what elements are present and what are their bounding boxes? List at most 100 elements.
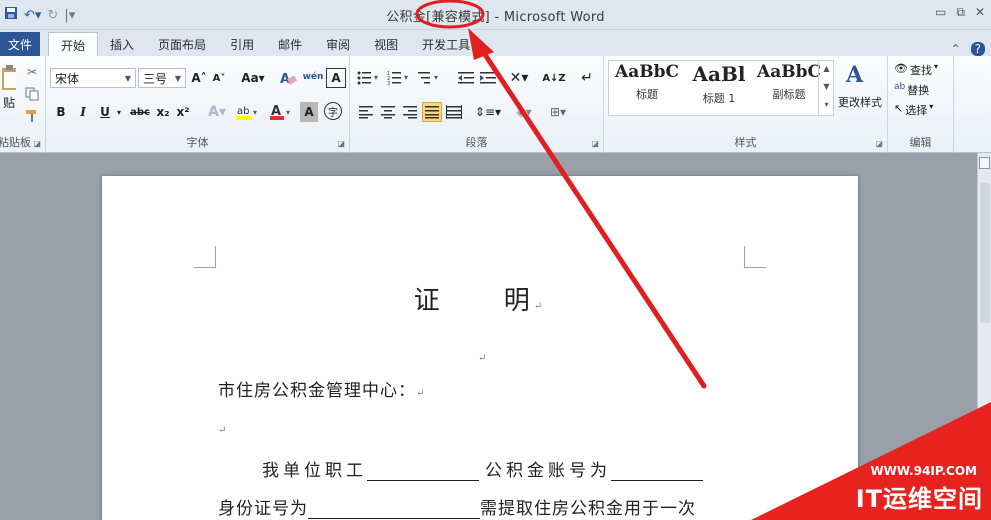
ribbon-right-controls: ⌃ ? <box>945 38 991 56</box>
tab-view[interactable]: 视图 <box>362 32 410 56</box>
style-heading1-sample: AaBl <box>692 62 746 86</box>
decrease-indent-icon[interactable] <box>456 68 476 88</box>
document-title: 证 明↵ <box>102 280 858 317</box>
window-controls: ▭ ⧉ ✕ <box>935 5 985 20</box>
change-styles-button[interactable]: 更改样式 <box>834 94 886 110</box>
font-color-icon[interactable]: A ▾ <box>268 102 294 122</box>
font-launcher-icon[interactable]: ◪ <box>337 139 345 148</box>
select-button[interactable]: ↖ 选择 ▾ <box>894 102 933 118</box>
styles-scroll[interactable]: ▲ ▼ ▾ <box>818 60 834 116</box>
increase-indent-icon[interactable] <box>478 68 498 88</box>
ruler-toggle-icon[interactable] <box>979 157 990 169</box>
replace-icon: ab <box>894 82 906 92</box>
highlight-icon[interactable]: ab ▾ <box>234 102 262 122</box>
tab-insert[interactable]: 插入 <box>98 32 146 56</box>
tab-page-layout[interactable]: 页面布局 <box>146 32 218 56</box>
tab-mailings[interactable]: 邮件 <box>266 32 314 56</box>
grow-font-button[interactable]: A˄ <box>190 68 208 88</box>
subscript-button[interactable]: x₂ <box>154 102 172 122</box>
bullets-icon[interactable]: ▾ <box>356 68 382 88</box>
tab-home[interactable]: 开始 <box>48 32 99 56</box>
font-name-select[interactable]: 宋体 ▼ <box>50 68 136 88</box>
underline-button[interactable]: U <box>96 102 114 122</box>
style-subtitle-name: 副标题 <box>772 88 806 101</box>
margin-corner-mark <box>194 246 216 268</box>
window-title: 公积金[兼容模式] - Microsoft Word <box>0 6 991 25</box>
style-title[interactable]: AaBbC 标题 <box>612 62 682 110</box>
style-heading1[interactable]: AaBl 标题 1 <box>684 62 754 110</box>
body-line-2-b: 需提取住房公积金用于一次 <box>480 499 696 519</box>
body-line-2: 身份证号为 需提取住房公积金用于一次 <box>218 494 696 519</box>
borders-icon[interactable]: ⊞▾ <box>544 102 572 122</box>
underline-dropdown-icon[interactable]: ▾ <box>114 102 124 122</box>
styles-launcher-icon[interactable]: ◪ <box>875 139 883 148</box>
tab-file[interactable]: 文件 <box>0 32 41 56</box>
body-line-1-a: 我单位职工 <box>262 461 367 481</box>
format-painter-icon[interactable] <box>24 108 40 124</box>
svg-text:▾: ▾ <box>434 73 438 82</box>
numbering-icon[interactable]: 1 2 3 ▾ <box>386 68 412 88</box>
editing-group: 👁 查找 ▾ ab 替换 ↖ 选择 ▾ 编辑 <box>888 56 954 153</box>
restore-button[interactable]: ⧉ <box>956 5 965 20</box>
change-styles-icon[interactable]: A <box>844 60 868 88</box>
empty-paragraph: ↵ <box>218 418 227 438</box>
svg-text:ab: ab <box>237 106 249 117</box>
shrink-font-button[interactable]: A˅ <box>210 68 228 88</box>
svg-text:A: A <box>845 62 864 88</box>
minimize-button[interactable]: ▭ <box>935 5 946 20</box>
justify-icon[interactable] <box>422 102 442 122</box>
sort-icon[interactable]: A↓Z <box>542 68 565 88</box>
align-left-icon[interactable] <box>356 102 376 122</box>
chevron-down-icon: ▼ <box>124 73 131 83</box>
font-size-select[interactable]: 三号 ▼ <box>138 68 186 88</box>
clipboard-launcher-icon[interactable]: ◪ <box>33 139 41 148</box>
char-shading-icon[interactable]: A <box>300 102 318 122</box>
enclose-char-icon[interactable]: 字 <box>324 102 342 120</box>
help-button[interactable]: ? <box>970 42 985 56</box>
distributed-icon[interactable] <box>444 102 464 122</box>
strikethrough-button[interactable]: abc <box>128 102 152 122</box>
account-blank[interactable] <box>611 464 703 481</box>
paste-button[interactable]: 贴 <box>0 94 18 110</box>
align-center-icon[interactable] <box>378 102 398 122</box>
tab-references[interactable]: 引用 <box>218 32 266 56</box>
svg-text:▾: ▾ <box>404 73 408 82</box>
minimize-ribbon-button[interactable]: ⌃ <box>951 42 961 56</box>
paragraph-launcher-icon[interactable]: ◪ <box>591 139 599 148</box>
margin-corner-mark <box>744 246 766 268</box>
text-effects-icon[interactable]: A▾ <box>204 102 230 122</box>
name-blank[interactable] <box>367 464 479 481</box>
paragraph-mark: ↵ <box>416 388 426 399</box>
ribbon: 贴 ✂ 粘贴板 ◪ 宋体 ▼ 三号 ▼ A˄ A˅ Aa▾ A wén A B I … <box>0 56 991 153</box>
cut-icon[interactable]: ✂ <box>24 64 40 80</box>
scrollbar-thumb[interactable] <box>980 183 990 323</box>
shading-icon[interactable]: ◈▾ <box>510 102 538 122</box>
tab-developer[interactable]: 开发工具 <box>410 32 482 56</box>
char-border-icon[interactable]: A <box>326 68 346 88</box>
paste-icon[interactable] <box>0 62 20 96</box>
find-button[interactable]: 👁 查找 ▾ <box>894 62 938 78</box>
superscript-button[interactable]: x² <box>174 102 192 122</box>
id-blank[interactable] <box>308 502 480 519</box>
addressee-text: 市住房公积金管理中心： <box>218 381 416 401</box>
font-group-label: 字体 <box>186 136 209 149</box>
show-marks-icon[interactable]: ↵ <box>578 68 596 88</box>
multilevel-list-icon[interactable]: ▾ <box>416 68 442 88</box>
italic-button[interactable]: I <box>74 102 92 122</box>
document-page[interactable]: 证 明↵ ↵ 市住房公积金管理中心：↵ ↵ 我单位职工 公积金账号为 身份证号为需… <box>102 176 858 520</box>
copy-icon[interactable] <box>24 86 40 102</box>
chevron-down-icon: ▾ <box>929 102 934 111</box>
chinese-layout-icon[interactable]: ✕▾ <box>506 68 532 88</box>
bold-button[interactable]: B <box>52 102 70 122</box>
style-subtitle[interactable]: AaBbC 副标题 <box>754 62 824 110</box>
align-right-icon[interactable] <box>400 102 420 122</box>
tab-review[interactable]: 审阅 <box>314 32 362 56</box>
close-button[interactable]: ✕ <box>975 5 985 20</box>
line-spacing-icon[interactable]: ⇕≡▾ <box>474 102 502 122</box>
phonetic-guide-button[interactable]: wén <box>302 66 324 88</box>
clear-format-icon[interactable]: A <box>278 68 298 88</box>
paragraph-group-label: 段落 <box>465 136 488 149</box>
style-title-name: 标题 <box>636 88 658 101</box>
replace-button[interactable]: ab 替换 <box>894 82 929 98</box>
change-case-button[interactable]: Aa▾ <box>238 68 268 88</box>
